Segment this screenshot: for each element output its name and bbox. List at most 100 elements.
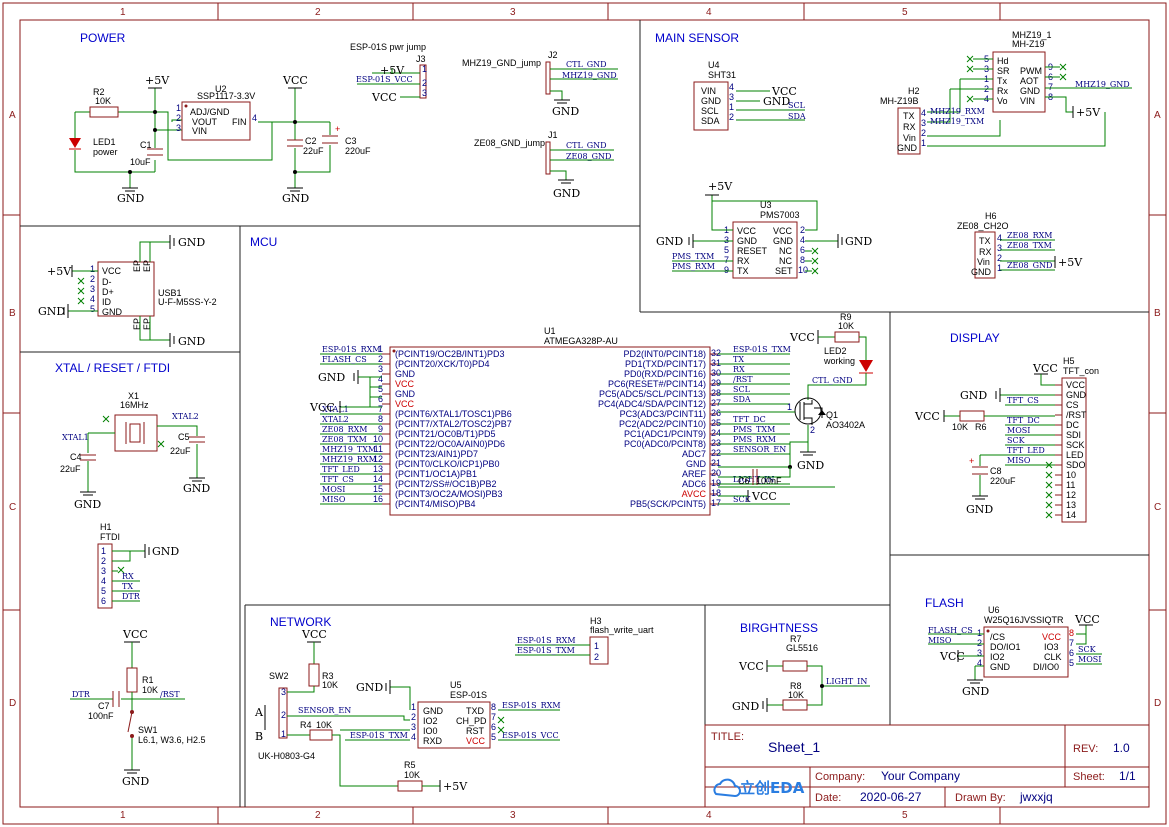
mcu-pin-name-26: PC3(ADC3/PCINT11) bbox=[620, 409, 706, 419]
j1-net-ze08-gnd: ZE08_GND bbox=[566, 152, 611, 161]
h3-net-rxm: ESP-01S_RXM bbox=[517, 636, 576, 645]
mcu-net-30: RX bbox=[733, 365, 745, 374]
u5-pin-rst: RST bbox=[466, 726, 485, 736]
title-block: TITLE: Sheet_1 REV: 1.0 Company: Your Co… bbox=[704, 724, 1150, 808]
u6-ref: U6 bbox=[988, 605, 1000, 615]
date-label: Date: bbox=[815, 792, 841, 804]
r1-ref: R1 bbox=[142, 675, 154, 685]
svg-text:2: 2 bbox=[281, 710, 286, 720]
h2-pin-tx: TX bbox=[903, 111, 915, 121]
mhz19-value: MH-Z19 bbox=[1012, 39, 1045, 49]
u3-pin-set: SET bbox=[775, 266, 793, 276]
u5-pin-io2: IO2 bbox=[423, 716, 438, 726]
svg-text:2: 2 bbox=[977, 638, 982, 648]
mcu-pin-name-7: (PCINT6/XTAL1/TOSC1)PB6 bbox=[395, 409, 512, 419]
mcu-pin-name-32: PD2(INT0/PCINT18) bbox=[623, 349, 706, 359]
mcu-net-24: PMS_TXM bbox=[733, 425, 775, 434]
power-section: R2 10K LED1 power C1 10uF U2 SSP1117-3.3… bbox=[69, 42, 618, 205]
tft-pin-5: DC bbox=[1066, 420, 1079, 430]
svg-text:1: 1 bbox=[729, 102, 734, 112]
u5-pin-io0: IO0 bbox=[423, 726, 438, 736]
svg-text:1: 1 bbox=[977, 628, 982, 638]
mcu-pin-name-12: (PCINT0/CLKO/ICP1)PB0 bbox=[395, 459, 500, 469]
x1-value: 16MHz bbox=[120, 400, 149, 410]
q1-gnd: GND bbox=[797, 459, 824, 472]
u3-gnd-right: GND bbox=[845, 235, 872, 248]
c4-value: 22uF bbox=[60, 464, 81, 474]
u4-net-sda: SDA bbox=[788, 112, 806, 121]
mcu-pin-num-13: 13 bbox=[373, 464, 383, 474]
mcu-pin-name-20: AREF bbox=[682, 469, 707, 479]
svg-text:1: 1 bbox=[787, 402, 792, 412]
mcu-net-2: FLASH_CS bbox=[322, 355, 367, 364]
grid-col-3: 3 bbox=[510, 7, 516, 18]
mcu-left-pins: 1 (PCINT19/OC2B/INT1)PD3ESP-01S_RXM2 (PCIN… bbox=[320, 344, 512, 509]
h6-pin-tx: TX bbox=[979, 236, 991, 246]
r9-vcc: VCC bbox=[789, 331, 815, 344]
grid-col-3b: 3 bbox=[510, 810, 516, 821]
svg-text:6: 6 bbox=[800, 245, 805, 255]
u3-pin-nc2: NC bbox=[779, 256, 792, 266]
h1-net-rx: RX bbox=[122, 572, 134, 581]
r5-value: 10K bbox=[404, 770, 420, 780]
r9-value: 10K bbox=[838, 321, 854, 331]
h6-ref: H6 bbox=[985, 211, 997, 221]
u4-net-scl: SCL bbox=[788, 101, 806, 110]
svg-text:2: 2 bbox=[800, 225, 805, 235]
mcu-pin-num-3: 3 bbox=[378, 364, 383, 374]
r3-value: 10K bbox=[322, 680, 338, 690]
u4-pin-scl: SCL bbox=[701, 106, 719, 116]
grid-row-d: D bbox=[9, 698, 16, 709]
usb-pin-dm: D- bbox=[102, 277, 112, 287]
u6-net-mosi: MOSI bbox=[1078, 655, 1101, 664]
mhz19-pin-hd: Hd bbox=[997, 56, 1009, 66]
svg-text:3: 3 bbox=[422, 88, 427, 98]
mhz19-pin-vo: Vo bbox=[997, 96, 1008, 106]
c2-ref: C2 bbox=[305, 136, 317, 146]
u4-net-gnd: GND bbox=[763, 95, 790, 108]
mhz19-pin-aot: AOT bbox=[1020, 76, 1039, 86]
mcu-pin-num-32: 32 bbox=[711, 348, 721, 358]
company-label: Company: bbox=[815, 771, 865, 783]
svg-text:8: 8 bbox=[800, 255, 805, 265]
mhz19-pin-vin: VIN bbox=[1020, 96, 1035, 106]
u4-pin-sda: SDA bbox=[701, 116, 720, 126]
mcu-pin-name-18: AVCC bbox=[682, 489, 707, 499]
u2-pin-adj: ADJ/GND bbox=[190, 107, 230, 117]
mcu-pin-name-10: (PCINT22/OC0A/AIN0)PD6 bbox=[395, 439, 505, 449]
tft-net-9: MISO bbox=[1007, 456, 1031, 465]
mcu-net-12: MHZ19_RXM bbox=[322, 455, 377, 464]
gnd-label-power-2: GND bbox=[282, 192, 309, 205]
xtal-gnd-2: GND bbox=[183, 482, 210, 495]
svg-text:7: 7 bbox=[1048, 82, 1053, 92]
svg-text:4: 4 bbox=[997, 233, 1002, 243]
h6-net-txm: ZE08_TXM bbox=[1007, 241, 1052, 250]
mhz19-net-5v: +5V bbox=[1076, 106, 1101, 119]
h3-value: flash_write_uart bbox=[590, 625, 654, 635]
mcu-net-28: SCL bbox=[733, 385, 751, 394]
c6-value: 100nF bbox=[756, 476, 782, 486]
mcu-pin-name-8: (PCINT7/XTAL2/TOSC2)PB7 bbox=[395, 419, 512, 429]
tft-gnd: GND bbox=[960, 389, 987, 402]
j1-net-ctl-gnd: CTL_GND bbox=[566, 141, 607, 150]
u5-value: ESP-01S bbox=[450, 690, 487, 700]
u3-pin-vcc2: VCC bbox=[773, 226, 793, 236]
tft-pin-6: SDI bbox=[1066, 430, 1081, 440]
u3-net-5v: +5V bbox=[708, 180, 733, 193]
svg-text:2: 2 bbox=[101, 556, 106, 566]
usb-pin-gnd: GND bbox=[102, 307, 123, 317]
mcu-vcc-left: VCC bbox=[309, 401, 335, 414]
r8-gnd: GND bbox=[732, 700, 759, 713]
u6-pin-io3: IO3 bbox=[1044, 642, 1059, 652]
u5-pin-txd: TXD bbox=[466, 706, 485, 716]
grid-row-b: B bbox=[9, 308, 16, 319]
svg-text:3: 3 bbox=[997, 243, 1002, 253]
u4-pin-vin: VIN bbox=[701, 86, 716, 96]
svg-text:7: 7 bbox=[1069, 638, 1074, 648]
tft-pin-11: 11 bbox=[1066, 480, 1075, 490]
u5-pin-rxd: RXD bbox=[423, 736, 443, 746]
svg-text:2: 2 bbox=[729, 112, 734, 122]
vcc-label-power: VCC bbox=[282, 74, 308, 87]
rev-value: 1.0 bbox=[1113, 741, 1130, 755]
mcu-pin-num-27: 27 bbox=[711, 398, 721, 408]
